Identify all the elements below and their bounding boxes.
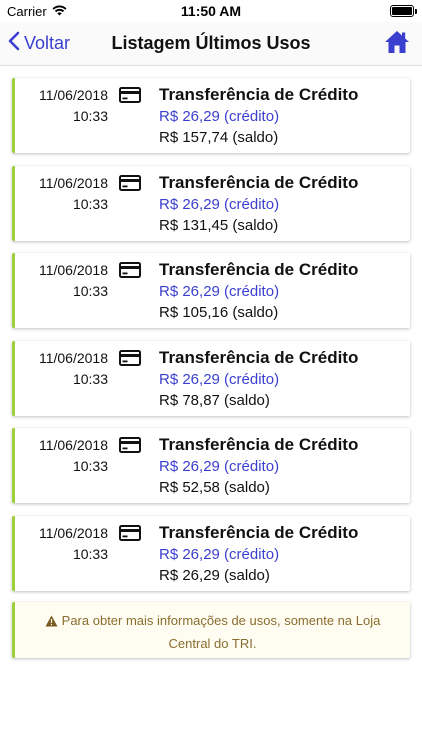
- credit-card-icon: [119, 262, 141, 283]
- entry-balance: R$ 78,87 (saldo): [159, 391, 270, 409]
- notice-text: Para obter mais informações de usos, som…: [61, 613, 381, 651]
- entry-credit: R$ 26,29 (crédito): [159, 108, 280, 125]
- entry-date: 11/06/2018: [38, 349, 108, 366]
- status-bar: Carrier 11:50 AM: [0, 0, 422, 22]
- entry-credit: R$ 26,29 (crédito): [159, 545, 280, 563]
- entry-time: 10:33: [72, 370, 108, 387]
- entry-title: Transferência de Crédito: [159, 85, 359, 104]
- usage-list: 11/06/2018 10:33 Transferência de Crédit…: [12, 78, 410, 603]
- entry-title: Transferência de Crédito: [159, 522, 359, 542]
- entry-credit: R$ 26,29 (crédito): [159, 370, 280, 388]
- navigation-bar: Voltar Listagem Últimos Usos: [0, 22, 422, 66]
- battery-icon: [390, 5, 417, 17]
- entry-title: Transferência de Crédito: [159, 260, 359, 279]
- entry-date: 11/06/2018: [38, 437, 108, 453]
- status-time: 11:50 AM: [180, 3, 242, 19]
- entry-balance: R$ 157,74 (saldo): [159, 129, 279, 146]
- credit-card-icon: [119, 524, 141, 546]
- entry-time: 10:33: [72, 195, 108, 212]
- entry-balance: R$ 105,16 (saldo): [159, 304, 279, 321]
- entry-date: 11/06/2018: [38, 174, 108, 191]
- entry-time: 10:33: [72, 283, 108, 299]
- entry-balance: R$ 52,58 (saldo): [159, 479, 270, 496]
- entry-balance: R$ 26,29 (saldo): [159, 566, 270, 584]
- usage-card: 11/06/2018 10:33 Transferência de Crédit…: [12, 78, 410, 153]
- usage-card: 11/06/2018 10:33 Transferência de Crédit…: [12, 340, 410, 416]
- entry-time: 10:33: [72, 108, 108, 124]
- credit-card-icon: [119, 437, 141, 458]
- entry-credit: R$ 26,29 (crédito): [159, 195, 280, 213]
- credit-card-icon: [119, 349, 141, 371]
- entry-title: Transferência de Crédito: [159, 435, 359, 454]
- warning-icon: [45, 612, 58, 633]
- entry-date: 11/06/2018: [38, 262, 108, 278]
- entry-credit: R$ 26,29 (crédito): [159, 283, 280, 300]
- entry-time: 10:33: [72, 545, 108, 562]
- entry-balance: R$ 131,45 (saldo): [159, 216, 279, 234]
- entry-date: 11/06/2018: [38, 524, 108, 541]
- usage-card: 11/06/2018 10:33 Transferência de Crédit…: [12, 253, 410, 328]
- home-icon: [384, 31, 410, 58]
- info-notice: Para obter mais informações de usos, som…: [12, 602, 410, 658]
- page-title: Listagem Últimos Usos: [111, 33, 311, 53]
- home-button[interactable]: [384, 30, 410, 59]
- entry-date: 11/06/2018: [38, 87, 108, 103]
- entry-title: Transferência de Crédito: [159, 172, 359, 192]
- usage-card: 11/06/2018 10:33 Transferência de Crédit…: [12, 428, 410, 503]
- entry-time: 10:33: [72, 458, 108, 474]
- entry-title: Transferência de Crédito: [159, 347, 359, 367]
- credit-card-icon: [119, 87, 141, 108]
- entry-credit: R$ 26,29 (crédito): [159, 458, 280, 475]
- usage-card: 11/06/2018 10:33 Transferência de Crédit…: [12, 165, 410, 241]
- credit-card-icon: [119, 174, 141, 196]
- usage-card: 11/06/2018 10:33 Transferência de Crédit…: [12, 515, 410, 591]
